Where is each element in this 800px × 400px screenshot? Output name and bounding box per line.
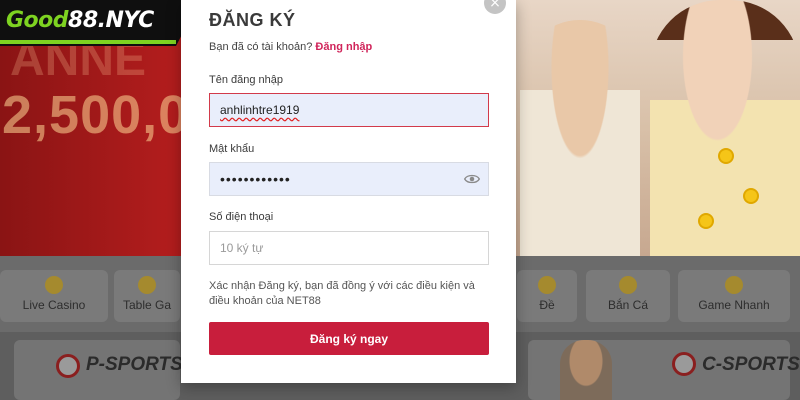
- flower-decoration: [745, 190, 757, 202]
- cards-icon: [138, 276, 156, 294]
- c-sports-label: C-SPORTS: [702, 354, 800, 375]
- phone-placeholder: 10 ký tự: [220, 241, 264, 255]
- modal-title: ĐĂNG KÝ: [209, 10, 296, 30]
- flower-decoration: [720, 150, 732, 162]
- fish-icon: [619, 276, 637, 294]
- login-prompt: Bạn đã có tài khoản? Đăng nhập: [209, 41, 372, 53]
- have-account-text: Bạn đã có tài khoản?: [209, 41, 313, 53]
- coin-icon: [45, 276, 63, 294]
- category-label: Bắn Cá: [607, 298, 649, 312]
- password-input[interactable]: ••••••••••••: [209, 162, 489, 196]
- logo-bar[interactable]: Good88.NYC: [0, 0, 200, 46]
- password-value: ••••••••••••: [220, 171, 291, 187]
- eye-icon[interactable]: [464, 172, 480, 186]
- phone-input[interactable]: 10 ký tự: [209, 231, 489, 265]
- username-input[interactable]: anhlinhtre1919: [209, 93, 489, 127]
- category-lottery[interactable]: Đề: [517, 270, 577, 322]
- phone-label: Số điện thoại: [209, 211, 274, 223]
- flower-decoration: [700, 215, 712, 227]
- password-label: Mật khẩu: [209, 143, 255, 155]
- target-icon: [56, 354, 80, 378]
- category-fast-games[interactable]: Game Nhanh: [678, 270, 790, 322]
- category-label: Đề: [539, 298, 555, 312]
- c-sports-icon: [672, 352, 696, 376]
- register-submit-button[interactable]: Đăng ký ngay: [209, 322, 489, 355]
- category-label: Game Nhanh: [698, 298, 770, 312]
- banner-amount: 2,500,0: [2, 85, 190, 145]
- dice-icon: [725, 276, 743, 294]
- logo-part-1: Good: [6, 8, 69, 33]
- banner-woman: [650, 0, 800, 256]
- category-label: Table Ga: [122, 298, 172, 312]
- category-label: Live Casino: [22, 298, 86, 312]
- category-live-casino[interactable]: Live Casino: [0, 270, 108, 322]
- category-fish[interactable]: Bắn Cá: [586, 270, 670, 322]
- username-label: Tên đăng nhập: [209, 74, 284, 86]
- lottery-icon: [538, 276, 556, 294]
- site-logo[interactable]: Good88.NYC: [6, 8, 154, 33]
- p-sports-label: P-SPORTS: [86, 354, 183, 375]
- player-photo: [560, 340, 612, 400]
- category-table-games[interactable]: Table Ga: [114, 270, 180, 322]
- logo-underline: [0, 40, 176, 44]
- logo-part-2: 88.NYC: [68, 8, 154, 33]
- login-link[interactable]: Đăng nhập: [315, 41, 372, 53]
- terms-text: Xác nhận Đăng ký, bạn đã đồng ý với các …: [209, 280, 475, 307]
- username-value: anhlinhtre1919: [220, 103, 300, 117]
- banner-man: [520, 20, 640, 256]
